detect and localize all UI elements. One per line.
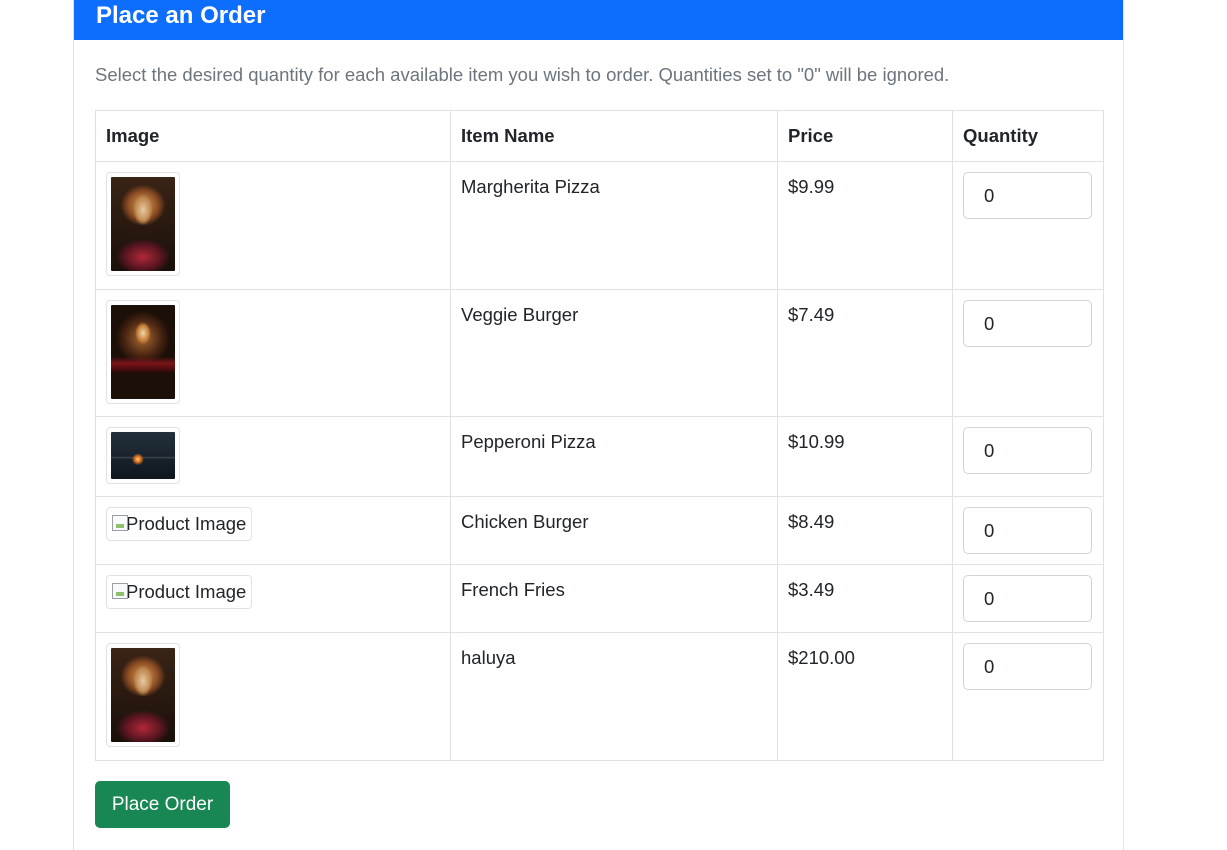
table-row: Margherita Pizza $9.99 [95, 161, 1104, 290]
quantity-cell [952, 632, 1104, 761]
table-row: haluya $210.00 [95, 632, 1104, 761]
column-header-item-name: Item Name [450, 110, 778, 162]
broken-image-icon [112, 515, 128, 531]
item-name-cell: Veggie Burger [450, 289, 778, 417]
item-name-cell: French Fries [450, 564, 778, 633]
price-cell: $210.00 [777, 632, 953, 761]
price-cell: $8.49 [777, 496, 953, 565]
column-header-quantity: Quantity [952, 110, 1104, 162]
quantity-cell [952, 289, 1104, 417]
place-order-button[interactable]: Place Order [95, 781, 230, 828]
product-thumbnail [106, 427, 180, 484]
quantity-cell [952, 161, 1104, 290]
product-image [111, 648, 175, 742]
image-cell [95, 416, 451, 497]
quantity-input[interactable] [963, 427, 1092, 474]
product-thumbnail [106, 172, 180, 276]
quantity-input[interactable] [963, 507, 1092, 554]
price-cell: $3.49 [777, 564, 953, 633]
table-row: Product Image Chicken Burger $8.49 [95, 496, 1104, 565]
column-header-image: Image [95, 110, 451, 162]
quantity-input[interactable] [963, 172, 1092, 219]
price-cell: $10.99 [777, 416, 953, 497]
quantity-cell [952, 416, 1104, 497]
order-table: Image Item Name Price Quantity Margherit… [95, 110, 1104, 761]
item-name-cell: Margherita Pizza [450, 161, 778, 290]
product-thumbnail [106, 643, 180, 747]
product-image [111, 177, 175, 271]
quantity-input[interactable] [963, 575, 1092, 622]
table-row: Veggie Burger $7.49 [95, 289, 1104, 417]
quantity-cell [952, 496, 1104, 565]
quantity-input[interactable] [963, 643, 1092, 690]
image-alt-text: Product Image [126, 513, 247, 534]
table-row: Product Image French Fries $3.49 [95, 564, 1104, 633]
image-cell [95, 161, 451, 290]
quantity-input[interactable] [963, 300, 1092, 347]
quantity-cell [952, 564, 1104, 633]
instructions-text: Select the desired quantity for each ava… [95, 64, 950, 85]
product-thumbnail: Product Image [106, 507, 253, 541]
card-header: Place an Order [74, 0, 1123, 40]
item-name-cell: Pepperoni Pizza [450, 416, 778, 497]
column-header-price: Price [777, 110, 953, 162]
broken-image-icon [112, 583, 128, 599]
price-cell: $9.99 [777, 161, 953, 290]
product-thumbnail: Product Image [106, 575, 253, 609]
item-name-cell: haluya [450, 632, 778, 761]
table-row: Pepperoni Pizza $10.99 [95, 416, 1104, 497]
page-title: Place an Order [96, 2, 266, 29]
image-cell: Product Image [95, 496, 451, 565]
item-name-cell: Chicken Burger [450, 496, 778, 565]
table-header-row: Image Item Name Price Quantity [95, 110, 1104, 162]
order-card: Place an Order Select the desired quanti… [73, 0, 1124, 850]
product-image [111, 432, 175, 479]
product-image [111, 305, 175, 399]
image-cell: Product Image [95, 564, 451, 633]
image-cell [95, 632, 451, 761]
image-alt-text: Product Image [126, 581, 247, 602]
price-cell: $7.49 [777, 289, 953, 417]
product-thumbnail [106, 300, 180, 404]
image-cell [95, 289, 451, 417]
